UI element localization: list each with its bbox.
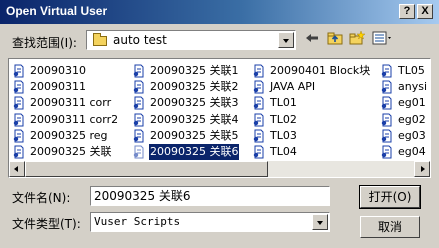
- file-name: 20090325 关联: [30, 145, 112, 158]
- file-name: eg02: [398, 112, 426, 126]
- horizontal-scrollbar[interactable]: [9, 161, 430, 177]
- file-name: eg01: [398, 96, 426, 110]
- script-file-icon: [381, 96, 393, 110]
- up-folder-icon[interactable]: [325, 31, 345, 49]
- script-file-icon: [133, 96, 145, 110]
- new-folder-icon[interactable]: [347, 30, 367, 49]
- script-file-icon: [13, 80, 25, 94]
- filetype-value: Vuser Scripts: [94, 215, 181, 228]
- script-file-icon: [381, 80, 393, 94]
- script-file-icon: [253, 96, 265, 110]
- cancel-button[interactable]: 取消: [360, 216, 420, 238]
- file-name: JAVA API: [270, 80, 316, 94]
- scroll-thumb[interactable]: [25, 161, 268, 177]
- file-name: 20090311: [30, 80, 86, 94]
- file-name: 20090325 关联6: [147, 143, 241, 161]
- file-name: 20090310: [30, 64, 86, 77]
- scroll-right-button[interactable]: [414, 161, 430, 177]
- script-file-icon: [133, 113, 145, 127]
- file-name: TL04: [270, 145, 297, 158]
- file-name: TL05: [398, 64, 425, 77]
- script-file-icon: [253, 64, 265, 78]
- chevron-down-icon[interactable]: [278, 32, 294, 48]
- file-name: TL02: [270, 112, 297, 126]
- script-file-icon: [253, 145, 265, 159]
- file-name: TL01: [270, 96, 297, 110]
- open-button[interactable]: 打开(O): [359, 185, 421, 209]
- back-arrow-icon[interactable]: [302, 31, 322, 49]
- file-name: eg04: [398, 145, 426, 158]
- window-title: Open Virtual User: [6, 4, 108, 18]
- close-button[interactable]: X: [417, 4, 433, 19]
- script-file-icon: [13, 145, 25, 159]
- script-file-icon: [253, 80, 265, 94]
- lookin-combo[interactable]: auto test: [86, 30, 296, 50]
- script-file-icon: [381, 64, 393, 78]
- file-list[interactable]: 20090310 20090311 20090311 corr 20090311 co…: [8, 58, 431, 178]
- file-name: 20090325 关联3: [150, 96, 239, 110]
- file-name: 20090325 关联5: [150, 128, 239, 142]
- script-file-icon: [381, 113, 393, 127]
- file-name: TL03: [270, 128, 297, 142]
- script-file-icon: [381, 129, 393, 143]
- chevron-down-icon[interactable]: [312, 214, 328, 230]
- script-file-icon: [13, 129, 25, 143]
- folder-icon: [93, 33, 107, 46]
- script-file-icon: [133, 64, 145, 78]
- file-name: 20090325 关联1: [150, 64, 239, 77]
- script-file-icon: [133, 80, 145, 94]
- script-file-icon: [13, 96, 25, 110]
- script-file-icon: [133, 145, 145, 159]
- file-name: eg03: [398, 128, 426, 142]
- lookin-value: auto test: [113, 33, 167, 47]
- file-name: 20090325 关联4: [150, 112, 239, 126]
- file-name: 20090311 corr2: [30, 112, 119, 126]
- file-name: 20090325 reg: [30, 128, 108, 142]
- file-name: 20090401 Block块: [270, 64, 371, 77]
- script-file-icon: [253, 113, 265, 127]
- open-vuser-dialog: Open Virtual User ? X 查找范围(I): auto test…: [0, 0, 439, 248]
- script-file-icon: [13, 113, 25, 127]
- scroll-left-button[interactable]: [9, 161, 25, 177]
- filetype-label: 文件类型(T):: [12, 217, 81, 231]
- script-file-icon: [133, 129, 145, 143]
- help-button[interactable]: ?: [399, 4, 415, 19]
- lookin-label: 查找范围(I):: [12, 36, 77, 50]
- filetype-select[interactable]: Vuser Scripts: [90, 212, 330, 232]
- title-bar[interactable]: Open Virtual User ? X: [0, 0, 439, 24]
- file-name: 20090325 关联2: [150, 80, 239, 94]
- filename-label: 文件名(N):: [12, 191, 71, 205]
- file-name: 20090311 corr: [30, 96, 112, 110]
- filename-input[interactable]: 20090325 关联6: [90, 186, 330, 206]
- script-file-icon: [381, 145, 393, 159]
- script-file-icon: [13, 64, 25, 78]
- file-name: anysi: [398, 80, 428, 94]
- script-file-icon: [253, 129, 265, 143]
- view-menu-icon[interactable]: [370, 31, 396, 49]
